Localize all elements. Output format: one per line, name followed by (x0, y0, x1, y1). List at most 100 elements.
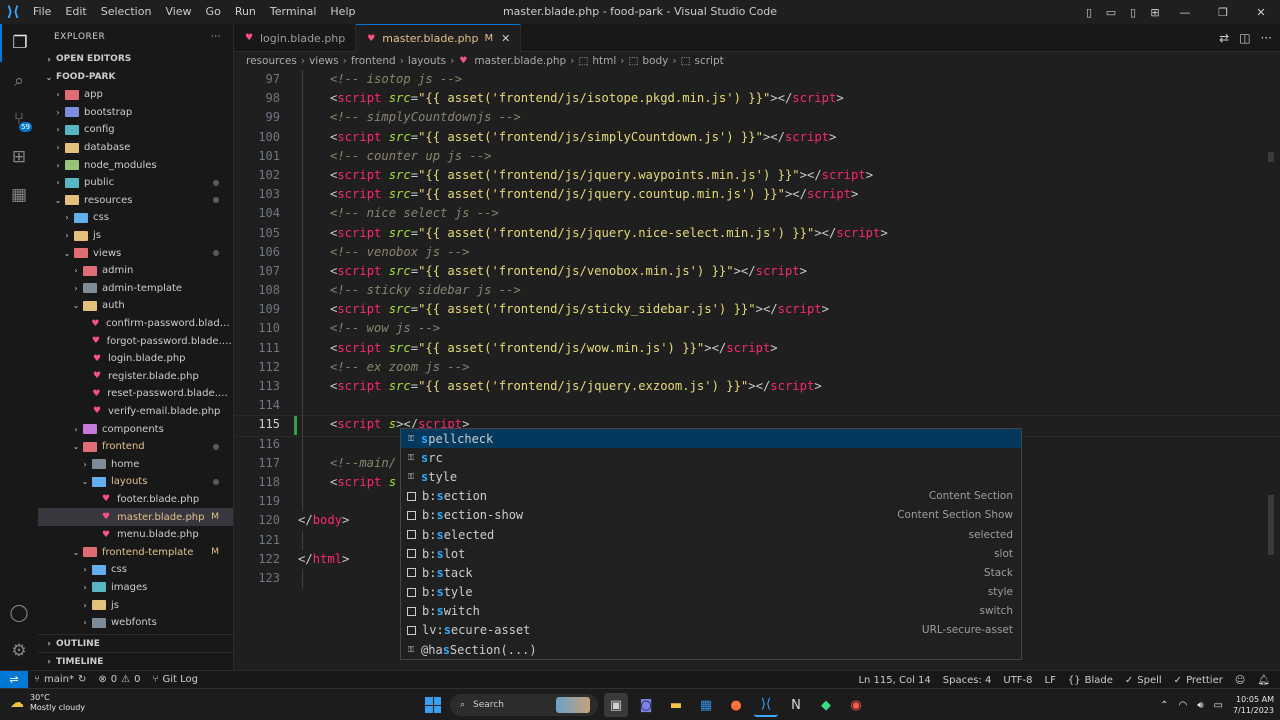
tree-folder[interactable]: › admin-template (38, 280, 233, 298)
tree-file[interactable]: ♥ forgot-password.blade.php (38, 332, 233, 350)
show-hidden-icons-icon[interactable]: ⌃ (1160, 700, 1168, 711)
toggle-panel-icon[interactable]: ▭ (1100, 0, 1122, 24)
suggest-widget[interactable]: ⚿ spellcheck ⚿ src ⚿ style b:section Content Se… (400, 428, 1022, 660)
suggestion-item[interactable]: b:section Content Section (401, 487, 1021, 506)
tree-folder[interactable]: ⌄ frontend (38, 438, 233, 456)
tree-folder[interactable]: › css (38, 209, 233, 227)
tree-folder[interactable]: ⌄ auth (38, 297, 233, 315)
tree-file[interactable]: ♥ register.blade.php (38, 368, 233, 386)
problems-indicator[interactable]: ⊗ 0 ⚠ 0 (92, 674, 146, 685)
toggle-primary-sidebar-icon[interactable]: ▯ (1078, 0, 1100, 24)
tree-folder[interactable]: ⌄ frontend-template M (38, 543, 233, 561)
code-line[interactable]: <script src="{{ asset('frontend/js/jquer… (298, 165, 1268, 186)
suggestion-item[interactable]: lv:secure-asset URL-secure-asset (401, 621, 1021, 640)
feedback-icon[interactable]: ☺ (1229, 675, 1251, 686)
close-window-icon[interactable]: ✕ (1242, 0, 1280, 24)
toggle-secondary-sidebar-icon[interactable]: ▯ (1122, 0, 1144, 24)
remote-explorer-icon[interactable]: ▦ (0, 176, 38, 214)
suggestion-item[interactable]: b:section-show Content Section Show (401, 506, 1021, 525)
code-line[interactable]: <!-- ex zoom js --> (298, 357, 1268, 377)
tab-login-blade[interactable]: ♥ login.blade.php (234, 24, 357, 52)
start-button-icon[interactable] (422, 694, 444, 716)
menu-go[interactable]: Go (199, 0, 228, 24)
tree-folder[interactable]: › public (38, 174, 233, 192)
minimize-icon[interactable]: — (1166, 0, 1204, 24)
account-icon[interactable]: ◯ (0, 594, 38, 632)
language-mode[interactable]: {} Blade (1062, 675, 1119, 686)
code-line[interactable]: <!-- wow js --> (298, 319, 1268, 339)
code-line[interactable]: <!-- counter up js --> (298, 146, 1268, 166)
volume-icon[interactable]: 🔊︎ (1197, 700, 1203, 711)
menu-terminal[interactable]: Terminal (263, 0, 324, 24)
outline-section[interactable]: › OUTLINE (38, 634, 233, 652)
tree-file[interactable]: ♥ master.blade.php M (38, 508, 233, 526)
code-line[interactable]: <!-- sticky sidebar js --> (298, 281, 1268, 301)
remote-indicator-icon[interactable]: ⇌ (0, 670, 28, 689)
breadcrumb-item[interactable]: resources (246, 55, 297, 67)
breadcrumb-item[interactable]: body (642, 55, 668, 67)
tree-folder[interactable]: ⌄ resources (38, 192, 233, 210)
tab-master-blade[interactable]: ♥ master.blade.php M ✕ (356, 24, 522, 52)
customize-layout-icon[interactable]: ⊞ (1144, 0, 1166, 24)
microsoft-store-icon[interactable]: ▦ (694, 693, 718, 717)
close-tab-icon[interactable]: ✕ (501, 32, 510, 45)
menu-selection[interactable]: Selection (94, 0, 159, 24)
tree-file[interactable]: ♥ confirm-password.blade.p... (38, 315, 233, 333)
menu-run[interactable]: Run (228, 0, 263, 24)
branch-indicator[interactable]: ⑂ main* ↻ (28, 674, 92, 685)
tree-folder[interactable]: › js (38, 227, 233, 245)
tree-file[interactable]: ♥ login.blade.php (38, 350, 233, 368)
open-editors-section[interactable]: › OPEN EDITORS (38, 50, 233, 68)
explorer-icon[interactable]: ❐ (0, 24, 38, 62)
teams-chat-icon[interactable]: ◙ (634, 693, 658, 717)
tree-file[interactable]: ♥ verify-email.blade.php (38, 403, 233, 421)
source-control-icon[interactable]: ⑂ 59 (0, 100, 38, 138)
tree-folder[interactable]: › webfonts (38, 614, 233, 632)
tree-file[interactable]: ♥ footer.blade.php (38, 491, 233, 509)
tree-folder[interactable]: › bootstrap (38, 104, 233, 122)
suggestion-item[interactable]: ⚿ src (401, 448, 1021, 467)
suggestion-item[interactable]: ⚿ @hasSection(...) (401, 640, 1021, 659)
file-explorer-icon[interactable]: ▬ (664, 693, 688, 717)
notifications-bell-icon[interactable]: 🔔︎ (1251, 675, 1276, 686)
split-editor-icon[interactable]: ◫ (1239, 31, 1250, 45)
open-changes-icon[interactable]: ⇄ (1219, 31, 1229, 45)
suggestion-item[interactable]: ⚿ spellcheck (401, 429, 1021, 449)
tree-folder[interactable]: › home (38, 455, 233, 473)
weather-widget[interactable]: ☁ 30°C Mostly cloudy (10, 693, 85, 713)
code-line[interactable]: <!-- nice select js --> (298, 204, 1268, 224)
suggestion-item[interactable]: b:selected selected (401, 525, 1021, 544)
encoding[interactable]: UTF-8 (997, 675, 1038, 686)
suggestion-item[interactable]: b:switch switch (401, 602, 1021, 621)
breadcrumb-item[interactable]: views (309, 55, 339, 67)
extensions-icon[interactable]: ⊞ (0, 138, 38, 176)
system-clock[interactable]: 10:05 AM 7/11/2023 (1233, 694, 1274, 716)
breadcrumb-item[interactable]: master.blade.php (474, 55, 566, 67)
prettier-button[interactable]: ✓ Prettier (1168, 675, 1229, 686)
android-studio-icon[interactable]: ◆ (814, 693, 838, 717)
menu-edit[interactable]: Edit (58, 0, 93, 24)
suggestion-item[interactable]: ⚿ style (401, 467, 1021, 486)
code-line[interactable]: <script src="{{ asset('frontend/js/wow.m… (298, 338, 1268, 358)
suggestion-item[interactable]: b:slot slot (401, 544, 1021, 563)
suggestion-item[interactable]: b:style style (401, 583, 1021, 602)
breadcrumb-item[interactable]: html (592, 55, 616, 67)
code-line[interactable]: <script src="{{ asset('frontend/js/jquer… (298, 223, 1268, 243)
tree-file[interactable]: ♥ menu.blade.php (38, 526, 233, 544)
project-section[interactable]: ⌄ FOOD-PARK (38, 68, 233, 86)
breadcrumb-item[interactable]: layouts (408, 55, 446, 67)
tree-folder[interactable]: › images (38, 579, 233, 597)
tree-folder[interactable]: ⌄ layouts (38, 473, 233, 491)
wifi-icon[interactable]: ◠ (1178, 700, 1187, 711)
restore-icon[interactable]: ❐ (1204, 0, 1242, 24)
code-line[interactable]: <!-- simplyCountdownjs --> (298, 108, 1268, 128)
tree-folder[interactable]: › components (38, 420, 233, 438)
code-line[interactable]: <script src="{{ asset('frontend/js/venob… (298, 261, 1268, 282)
tree-folder[interactable]: ⌄ views (38, 244, 233, 262)
more-actions-icon[interactable]: ··· (211, 32, 221, 42)
code-line[interactable]: <script src="{{ asset('frontend/js/stick… (298, 300, 1268, 320)
notion-icon[interactable]: N (784, 693, 808, 717)
firefox-icon[interactable]: ● (724, 693, 748, 717)
settings-gear-icon[interactable]: ⚙ (0, 632, 38, 670)
battery-icon[interactable]: ▭ (1214, 700, 1223, 711)
